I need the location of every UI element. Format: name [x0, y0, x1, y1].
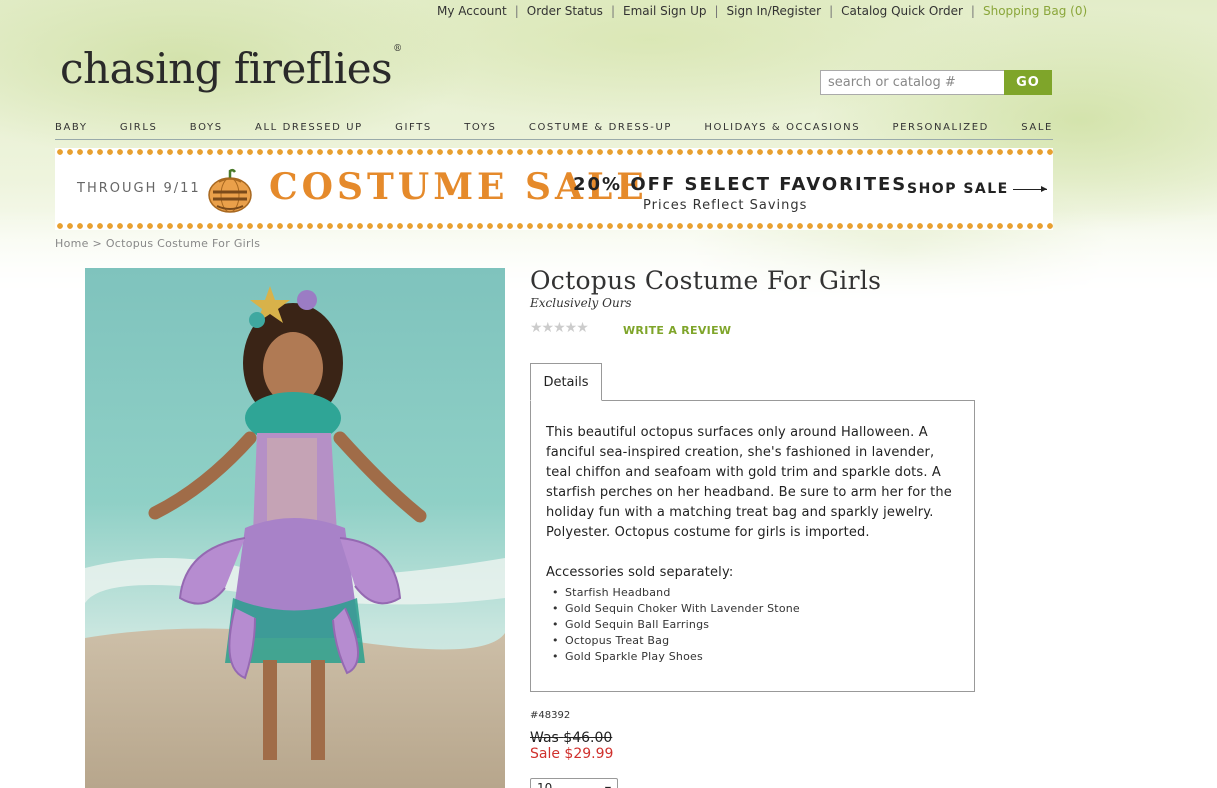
search-bar: GO	[820, 70, 1052, 95]
nav-gifts[interactable]: GIFTS	[395, 122, 432, 133]
nav-holidays[interactable]: HOLIDAYS & OCCASIONS	[704, 122, 860, 133]
nav-girls[interactable]: GIRLS	[120, 122, 158, 133]
was-price: Was $46.00	[530, 730, 612, 746]
size-select[interactable]: 10 ▼	[530, 778, 618, 788]
search-input[interactable]	[820, 70, 1004, 95]
accessories-list: Starfish Headband Gold Sequin Choker Wit…	[546, 585, 959, 665]
banner-dot-border-bottom	[55, 222, 1053, 230]
was-amount: $46.00	[563, 730, 613, 746]
sign-in-link[interactable]: Sign In/Register	[727, 4, 822, 18]
product-description: This beautiful octopus surfaces only aro…	[546, 425, 952, 540]
list-item: Gold Sequin Choker With Lavender Stone	[546, 601, 959, 617]
main-nav: BABY GIRLS BOYS ALL DRESSED UP GIFTS TOY…	[55, 122, 1053, 140]
accessories-heading: Accessories sold separately:	[546, 565, 734, 580]
utility-nav: My Account | Order Status | Email Sign U…	[437, 4, 1087, 18]
nav-costume[interactable]: COSTUME & DRESS-UP	[529, 122, 672, 133]
catalog-quick-order-link[interactable]: Catalog Quick Order	[841, 4, 963, 18]
breadcrumb: Home > Octopus Costume For Girls	[55, 237, 260, 250]
nav-separator: |	[514, 4, 519, 18]
breadcrumb-home[interactable]: Home	[55, 237, 89, 250]
write-review-link[interactable]: WRITE A REVIEW	[623, 324, 731, 337]
banner-dot-border-top	[55, 148, 1053, 156]
breadcrumb-current: Octopus Costume For Girls	[105, 237, 261, 250]
email-signup-link[interactable]: Email Sign Up	[623, 4, 707, 18]
list-item: Starfish Headband	[546, 585, 959, 601]
arrow-right-icon	[1012, 185, 1047, 192]
nav-sale[interactable]: SALE	[1021, 122, 1053, 133]
list-item: Gold Sequin Ball Earrings	[546, 617, 959, 633]
banner-through-date: THROUGH 9/11	[77, 181, 201, 196]
tab-details[interactable]: Details	[530, 363, 602, 401]
product-title: Octopus Costume For Girls	[530, 266, 882, 295]
pumpkin-icon	[208, 168, 252, 213]
order-status-link[interactable]: Order Status	[527, 4, 603, 18]
sale-label: Sale	[530, 746, 560, 762]
sale-amount: $29.99	[564, 746, 614, 762]
promo-banner[interactable]: THROUGH 9/11 COSTUME SALE 20% OFF SELECT…	[55, 148, 1053, 230]
nav-toys[interactable]: TOYS	[464, 122, 496, 133]
nav-boys[interactable]: BOYS	[190, 122, 223, 133]
product-subtitle: Exclusively Ours	[530, 296, 632, 310]
nav-personalized[interactable]: PERSONALIZED	[893, 122, 989, 133]
size-select-value: 10	[537, 781, 553, 788]
nav-separator: |	[610, 4, 615, 18]
nav-separator: |	[714, 4, 719, 18]
rating-stars[interactable]: ★★★★★	[530, 320, 589, 336]
nav-separator: |	[829, 4, 834, 18]
shop-sale-link[interactable]: SHOP SALE	[907, 181, 1047, 197]
search-go-button[interactable]: GO	[1004, 70, 1052, 95]
banner-subline: Prices Reflect Savings	[643, 198, 808, 213]
nav-all-dressed-up[interactable]: ALL DRESSED UP	[255, 122, 363, 133]
details-panel: This beautiful octopus surfaces only aro…	[530, 400, 975, 692]
my-account-link[interactable]: My Account	[437, 4, 507, 18]
was-label: Was	[530, 730, 559, 746]
registered-mark: ®	[393, 44, 402, 54]
nav-baby[interactable]: BABY	[55, 122, 88, 133]
product-sku: #48392	[530, 710, 571, 721]
breadcrumb-separator: >	[92, 237, 103, 250]
banner-offer: 20% OFF SELECT FAVORITES	[573, 174, 908, 195]
site-logo[interactable]: chasing fireflies®	[60, 44, 402, 93]
logo-text: chasing fireflies	[60, 44, 393, 93]
list-item: Gold Sparkle Play Shoes	[546, 649, 959, 665]
nav-separator: |	[970, 4, 975, 18]
product-photo[interactable]	[85, 268, 505, 788]
shop-sale-label: SHOP SALE	[907, 181, 1009, 197]
shopping-bag-link[interactable]: Shopping Bag (0)	[983, 4, 1087, 18]
list-item: Octopus Treat Bag	[546, 633, 959, 649]
sale-price: Sale $29.99	[530, 746, 613, 762]
